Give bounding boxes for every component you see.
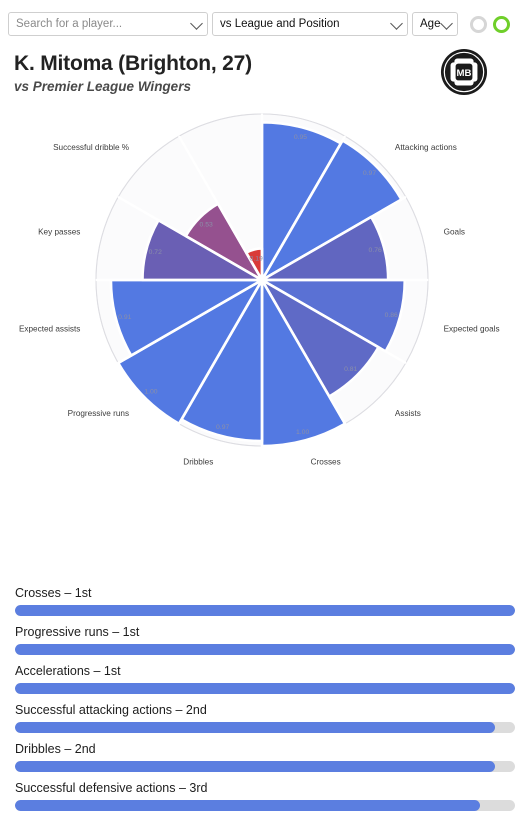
ranking-progress-track xyxy=(15,644,515,655)
chart-axis-label: Expected assists xyxy=(19,325,80,334)
chart-axis-label: Assists xyxy=(395,409,421,418)
ranking-progress-fill xyxy=(15,644,515,655)
mode-ring-active[interactable] xyxy=(493,15,510,33)
chart-value-label: 0.53 xyxy=(200,222,213,229)
chart-axis-label: Goals xyxy=(444,227,465,236)
percentile-rose-chart: 0.95 0.97 0.76 0.86 0.81 1.00 0.97 1.00 0.91 0.72… xyxy=(0,104,530,524)
top-rankings-list: Crosses – 1st Progressive runs – 1st Accel… xyxy=(0,586,530,820)
ranking-progress-track xyxy=(15,722,515,733)
ranking-label: Dribbles – 2nd xyxy=(15,742,96,756)
chart-value-label: 1.00 xyxy=(296,429,309,436)
ranking-progress-fill xyxy=(15,605,515,616)
ranking-label: Successful attacking actions – 2nd xyxy=(15,703,207,717)
chart-value-label: 0.95 xyxy=(294,134,307,141)
ranking-progress-fill xyxy=(15,722,495,733)
chart-axis-label: Dribbles xyxy=(183,458,213,467)
ranking-progress-fill xyxy=(15,683,515,694)
ranking-item: Successful attacking actions – 2nd xyxy=(15,703,515,733)
ranking-item: Accelerations – 1st xyxy=(15,664,515,694)
chart-value-label: 0.91 xyxy=(118,314,131,321)
age-filter-value: Age xyxy=(420,18,441,30)
search-player-input[interactable]: Search for a player... xyxy=(8,12,208,36)
chart-axis-label: Key passes xyxy=(38,227,80,236)
ranking-progress-fill xyxy=(15,761,495,772)
mode-toggle-group xyxy=(470,15,510,33)
ranking-progress-track xyxy=(15,605,515,616)
chart-value-label: 0.19 xyxy=(250,256,263,263)
brand-logo-text: MB xyxy=(457,68,472,79)
chart-axis-label: Attacking actions xyxy=(395,143,457,152)
ranking-item: Crosses – 1st xyxy=(15,586,515,616)
chevron-down-icon[interactable] xyxy=(190,17,203,30)
chart-value-label: 0.76 xyxy=(369,247,382,254)
comparison-scope-select[interactable]: vs League and Position xyxy=(212,12,408,36)
ranking-item: Successful defensive actions – 3rd xyxy=(15,781,515,811)
ranking-progress-track xyxy=(15,800,515,811)
chart-value-label: 0.97 xyxy=(363,170,376,177)
chart-axis-label: Expected goals xyxy=(444,325,500,334)
chart-axis-label: Successful dribble % xyxy=(53,143,129,152)
chart-value-label: 0.81 xyxy=(344,366,357,373)
comparison-scope-value: vs League and Position xyxy=(220,18,340,30)
mode-ring-inactive[interactable] xyxy=(470,15,487,33)
chart-axis-label: Crosses xyxy=(311,458,341,467)
chart-value-label: 0.97 xyxy=(216,424,229,431)
chart-value-label: 1.00 xyxy=(144,388,157,395)
ranking-progress-fill xyxy=(15,800,480,811)
ranking-progress-track xyxy=(15,683,515,694)
chart-value-label: 0.72 xyxy=(149,249,162,256)
ranking-label: Successful defensive actions – 3rd xyxy=(15,781,208,795)
brand-logo-icon: MB xyxy=(440,48,488,96)
ranking-label: Accelerations – 1st xyxy=(15,664,121,678)
ranking-label: Progressive runs – 1st xyxy=(15,625,140,639)
filter-toolbar: Search for a player... vs League and Pos… xyxy=(0,0,530,44)
ranking-label: Crosses – 1st xyxy=(15,586,92,600)
ranking-item: Dribbles – 2nd xyxy=(15,742,515,772)
chart-center xyxy=(258,276,266,284)
rose-chart-svg: 0.95 0.97 0.76 0.86 0.81 1.00 0.97 1.00 0.91 0.72… xyxy=(19,113,500,467)
ranking-progress-track xyxy=(15,761,515,772)
chart-value-label: 0.86 xyxy=(385,312,398,319)
chevron-down-icon[interactable] xyxy=(440,17,453,30)
player-header: K. Mitoma (Brighton, 27) vs Premier Leag… xyxy=(0,44,530,104)
age-filter-select[interactable]: Age xyxy=(412,12,458,36)
search-input-placeholder: Search for a player... xyxy=(16,18,123,30)
ranking-item: Progressive runs – 1st xyxy=(15,625,515,655)
chevron-down-icon[interactable] xyxy=(390,17,403,30)
chart-axis-label: Progressive runs xyxy=(68,409,129,418)
